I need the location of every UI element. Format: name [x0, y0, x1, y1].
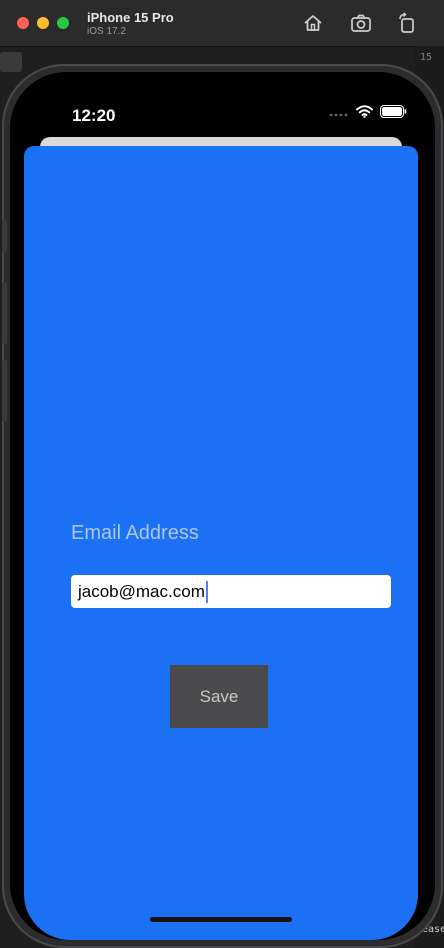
action-button	[2, 220, 7, 252]
home-icon[interactable]	[302, 12, 324, 34]
editor-line-number: 15	[420, 52, 433, 63]
save-button[interactable]: Save	[170, 665, 268, 728]
volume-up-button	[2, 282, 7, 344]
simulator-window: iPhone 15 Pro iOS 17.2 15 lease 12:20 Em…	[0, 0, 444, 948]
editor-toolbar-fragment	[0, 52, 22, 72]
rotate-icon[interactable]	[396, 12, 418, 34]
volume-down-button	[2, 360, 7, 422]
status-icons	[329, 105, 407, 123]
battery-icon	[380, 105, 407, 123]
modal-sheet: Email Address jacob@mac.com Save	[24, 146, 418, 940]
signal-icon	[329, 105, 349, 123]
text-caret	[205, 580, 208, 603]
status-time: 12:20	[72, 106, 116, 125]
simulator-titlebar: iPhone 15 Pro iOS 17.2	[0, 0, 444, 47]
email-value: jacob@mac.com	[78, 581, 205, 601]
minimize-window-button[interactable]	[37, 17, 49, 29]
iphone-frame: 12:20 Email Address jacob@mac.com Save	[2, 64, 443, 948]
iphone-screen: 12:20 Email Address jacob@mac.com Save	[10, 72, 435, 940]
email-field[interactable]: jacob@mac.com	[71, 575, 391, 608]
home-indicator[interactable]	[150, 917, 292, 922]
os-version: iOS 17.2	[87, 26, 126, 37]
screenshot-icon[interactable]	[350, 12, 372, 34]
zoom-window-button[interactable]	[57, 17, 69, 29]
email-label: Email Address	[71, 522, 199, 544]
wifi-icon	[356, 105, 373, 123]
device-name: iPhone 15 Pro	[87, 10, 174, 25]
close-window-button[interactable]	[17, 17, 29, 29]
